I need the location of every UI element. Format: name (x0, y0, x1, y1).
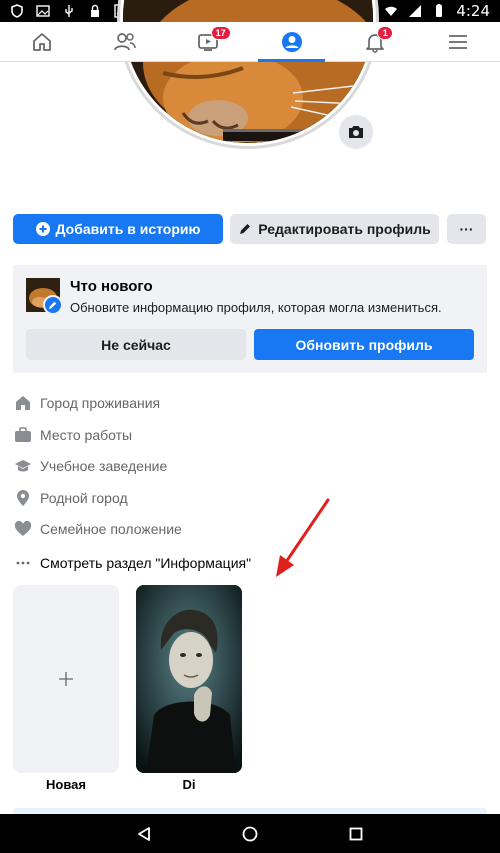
info-item-education[interactable]: Учебное заведение (13, 455, 167, 477)
usb-icon (65, 5, 73, 17)
info-item-label: Семейное положение (40, 521, 182, 537)
back-triangle-icon (138, 826, 150, 841)
new-story-card[interactable] (13, 585, 119, 773)
home-icon (16, 396, 30, 410)
friends-icon (114, 32, 136, 50)
screen: 4:24 17 1 Добавить в историю Редактирова… (0, 0, 500, 853)
plus-icon (59, 672, 73, 686)
update-profile-button[interactable]: Обновить профиль (254, 329, 474, 360)
tab-home[interactable] (0, 22, 83, 61)
info-item-label: Родной город (40, 490, 128, 506)
info-item-relationship[interactable]: Семейное положение (13, 518, 182, 540)
add-to-story-label: Добавить в историю (55, 221, 201, 237)
wifi-icon (385, 6, 398, 16)
portrait-photo (136, 585, 242, 773)
tab-notifications[interactable]: 1 (333, 22, 416, 61)
recents-button[interactable] (303, 814, 409, 853)
briefcase-icon (15, 427, 31, 442)
annotation-arrow-icon (276, 498, 330, 577)
menu-icon (449, 34, 468, 49)
info-item-label: Город проживания (40, 395, 161, 411)
story-di-label: Di (182, 777, 196, 792)
whats-new-description: Обновите информацию профиля, которая мог… (70, 300, 442, 315)
info-item-work[interactable]: Место работы (13, 424, 132, 446)
recents-square-icon (349, 827, 363, 840)
profile-icon (281, 31, 302, 52)
notifications-badge: 1 (377, 26, 394, 40)
new-story-label: Новая (46, 777, 86, 792)
image-icon (36, 5, 50, 17)
info-item-hometown[interactable]: Родной город (13, 487, 128, 509)
top-navigation: 17 1 (0, 22, 500, 62)
camera-icon (349, 126, 363, 138)
story-card-di[interactable] (136, 585, 242, 773)
signal-icon (409, 5, 422, 17)
plus-circle-icon (35, 222, 50, 236)
battery-icon (436, 4, 443, 17)
pencil-icon (240, 224, 251, 234)
tab-profile[interactable] (250, 22, 333, 62)
back-button[interactable] (91, 814, 197, 853)
edit-profile-button[interactable]: Редактировать профиль (230, 214, 439, 244)
edit-profile-label: Редактировать профиль (258, 221, 431, 237)
graduation-cap-icon (15, 460, 31, 472)
edit-badge-icon (43, 295, 63, 315)
change-photo-button[interactable] (337, 113, 375, 151)
info-item-label: Место работы (40, 427, 133, 443)
video-badge: 17 (210, 26, 231, 40)
tab-video[interactable]: 17 (167, 22, 250, 61)
more-options-button[interactable]: ··· (447, 214, 486, 244)
tab-menu[interactable] (417, 22, 500, 61)
home-circle-icon (242, 826, 258, 841)
clock: 4:24 (456, 2, 490, 20)
info-item-city[interactable]: Город проживания (13, 392, 160, 414)
add-to-story-button[interactable]: Добавить в историю (13, 214, 223, 244)
home-button[interactable] (197, 814, 303, 853)
home-icon (32, 32, 51, 51)
whats-new-card: Что нового Обновите информацию профиля, … (13, 265, 487, 373)
info-item-label: Учебное заведение (40, 458, 168, 474)
tab-friends[interactable] (83, 22, 166, 61)
shield-icon (11, 4, 23, 18)
see-info-section-label: Смотреть раздел "Информация" (40, 555, 252, 571)
see-info-section-link[interactable]: Смотреть раздел "Информация" (13, 552, 251, 574)
more-dots-icon (16, 561, 30, 565)
not-now-button[interactable]: Не сейчас (26, 329, 246, 360)
more-options-label: ··· (459, 221, 474, 237)
lock-icon (91, 4, 99, 17)
heart-icon (14, 520, 32, 536)
location-pin-icon (17, 490, 29, 506)
whats-new-title: Что нового (70, 278, 153, 295)
system-navigation-bar (0, 814, 500, 853)
